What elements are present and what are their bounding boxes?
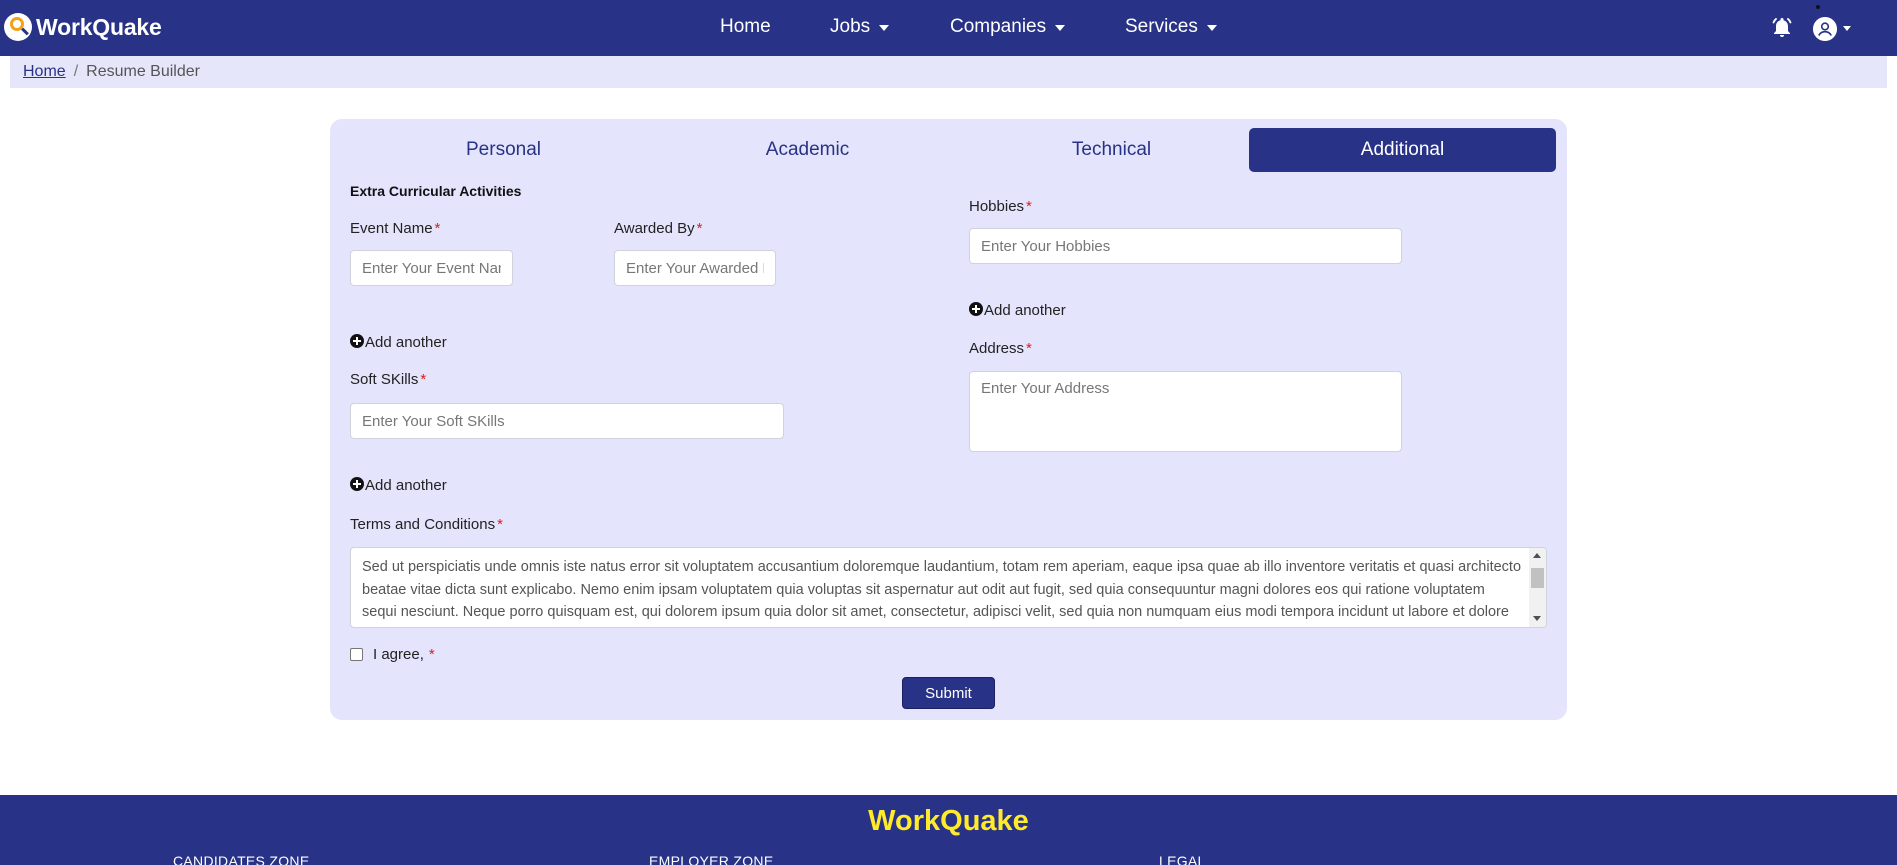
event-name-label: Event Name *: [350, 220, 440, 237]
top-navbar: WorkQuake Home Jobs Companies Services: [0, 0, 1897, 56]
address-label: Address *: [969, 340, 1032, 357]
breadcrumb-separator: /: [73, 63, 79, 80]
agree-row: I agree, *: [350, 646, 435, 663]
footer-brand: WorkQuake: [868, 805, 1029, 837]
plus-circle-icon: [350, 476, 364, 491]
agree-label: I agree,: [373, 646, 424, 663]
scroll-down-arrow-icon[interactable]: [1533, 616, 1541, 621]
breadcrumb-home-link[interactable]: Home: [23, 63, 66, 81]
hobbies-label-text: Hobbies: [969, 198, 1025, 215]
terms-textarea[interactable]: Sed ut perspiciatis unde omnis iste natu…: [350, 547, 1547, 628]
soft-skills-label: Soft SKills *: [350, 371, 426, 388]
scrollbar-thumb[interactable]: [1531, 568, 1544, 588]
submit-button[interactable]: Submit: [902, 677, 995, 709]
add-another-hobby-button[interactable]: Add another: [969, 301, 1066, 319]
bell-icon[interactable]: [1770, 16, 1794, 40]
nav-links: Home Jobs Companies Services: [0, 0, 1897, 56]
terms-label-text: Terms and Conditions: [350, 516, 496, 533]
required-mark: *: [420, 371, 427, 388]
required-mark: *: [696, 220, 703, 237]
nav-home-label: Home: [720, 16, 771, 37]
tab-technical[interactable]: Technical: [958, 128, 1265, 172]
footer-column-legal: LEGAL: [1159, 853, 1206, 865]
nav-services-dropdown[interactable]: Services: [1125, 16, 1217, 38]
section-title: Extra Curricular Activities: [350, 183, 522, 199]
address-textarea[interactable]: [969, 371, 1402, 452]
chevron-down-icon: [1206, 25, 1217, 31]
user-avatar-icon[interactable]: [1813, 17, 1837, 41]
terms-scrollbar[interactable]: [1529, 548, 1546, 627]
terms-text: Sed ut perspiciatis unde omnis iste natu…: [362, 559, 1522, 627]
awarded-by-input[interactable]: [614, 250, 776, 286]
nav-services-label: Services: [1125, 16, 1198, 37]
required-mark: *: [428, 646, 435, 663]
awarded-by-label-text: Awarded By: [614, 220, 695, 237]
footer: WorkQuake CANDIDATES ZONE EMPLOYER ZONE …: [0, 795, 1897, 865]
event-name-label-text: Event Name: [350, 220, 433, 237]
event-name-input[interactable]: [350, 250, 513, 286]
plus-circle-icon: [969, 301, 983, 316]
footer-column-candidates: CANDIDATES ZONE: [173, 853, 310, 865]
required-mark: *: [1026, 340, 1032, 357]
chevron-down-icon: [879, 25, 890, 31]
resume-builder-card: Personal Academic Technical Additional E…: [330, 119, 1567, 720]
add-another-label: Add another: [984, 302, 1066, 319]
nav-home[interactable]: Home: [720, 16, 771, 38]
awarded-by-label: Awarded By *: [614, 220, 702, 237]
breadcrumb-current: Resume Builder: [86, 63, 200, 80]
required-mark: *: [1026, 198, 1032, 215]
hobbies-label: Hobbies *: [969, 198, 1032, 215]
add-another-event-button[interactable]: Add another: [350, 333, 447, 351]
chevron-down-icon: [1055, 25, 1066, 31]
tab-personal[interactable]: Personal: [350, 128, 657, 172]
nav-companies-dropdown[interactable]: Companies: [950, 16, 1066, 38]
terms-label: Terms and Conditions *: [350, 516, 503, 533]
soft-skills-label-text: Soft SKills: [350, 371, 419, 388]
nav-jobs-label: Jobs: [830, 16, 871, 37]
hobbies-input[interactable]: [969, 228, 1402, 264]
required-mark: *: [497, 516, 503, 533]
add-another-soft-skill-button[interactable]: Add another: [350, 476, 447, 494]
required-mark: *: [434, 220, 441, 237]
add-another-label: Add another: [365, 477, 447, 494]
user-menu-chevron-icon[interactable]: [1843, 26, 1851, 31]
nav-jobs-dropdown[interactable]: Jobs: [830, 16, 890, 38]
breadcrumb: Home / Resume Builder: [10, 56, 1887, 88]
nav-companies-label: Companies: [950, 16, 1047, 37]
add-another-label: Add another: [365, 334, 447, 351]
soft-skills-input[interactable]: [350, 403, 784, 439]
tab-academic[interactable]: Academic: [654, 128, 961, 172]
notification-dot-icon: [1816, 5, 1820, 9]
tab-additional[interactable]: Additional: [1249, 128, 1556, 172]
scroll-up-arrow-icon[interactable]: [1533, 553, 1541, 558]
footer-column-employer: EMPLOYER ZONE: [649, 853, 774, 865]
plus-circle-icon: [350, 333, 364, 348]
address-label-text: Address: [969, 340, 1025, 357]
agree-checkbox[interactable]: [350, 648, 363, 661]
